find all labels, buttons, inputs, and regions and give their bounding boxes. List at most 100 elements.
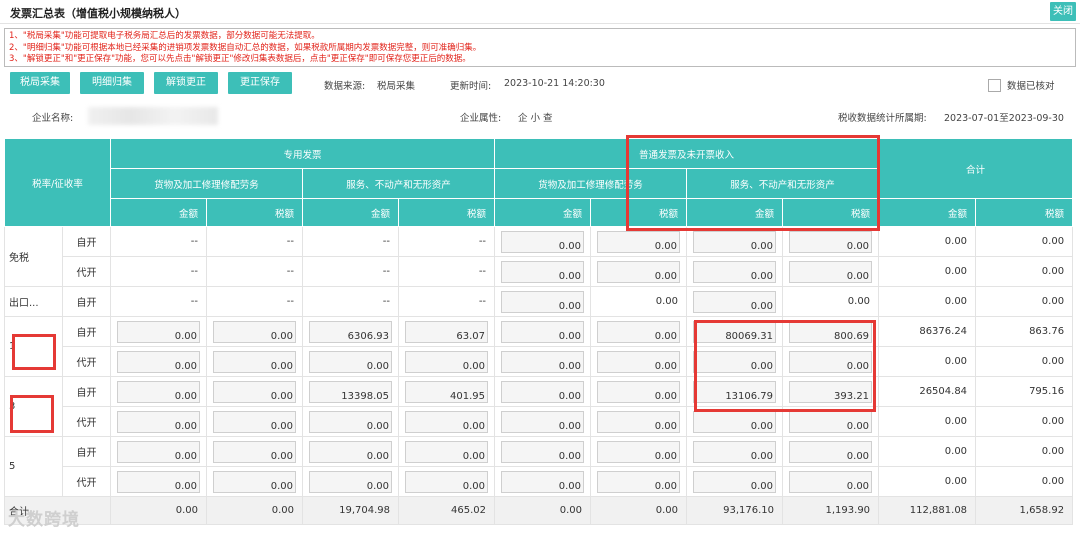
amount-input[interactable]: 0.00 — [405, 440, 489, 463]
notice-box: 1、"税局采集"功能可提取电子税务局汇总后的发票数据，部分数据可能无法提取。 2… — [4, 28, 1076, 67]
amount-input[interactable]: 0.00 — [693, 350, 777, 373]
amount-input[interactable]: 0.00 — [501, 290, 585, 313]
amount-input[interactable]: 0.00 — [789, 440, 873, 463]
amount-input[interactable]: 393.21 — [789, 380, 873, 403]
amount-input[interactable]: 0.00 — [501, 350, 585, 373]
amount-input[interactable]: 63.07 — [405, 320, 489, 343]
value-cell: -- — [302, 226, 400, 257]
unlock-edit-button[interactable]: 解锁更正 — [154, 72, 218, 94]
company-name-label: 企业名称: — [32, 113, 74, 124]
data-source-link[interactable]: 税局采集 — [377, 78, 415, 92]
amount-input[interactable]: 0.00 — [597, 380, 681, 403]
amount-input[interactable]: 0.00 — [213, 350, 297, 373]
value-cell: -- — [302, 286, 400, 317]
amount-input[interactable]: 0.00 — [309, 410, 393, 433]
amount-input[interactable]: 0.00 — [501, 410, 585, 433]
amount-input[interactable]: 0.00 — [597, 440, 681, 463]
goods-header: 货物及加工修理修配劳务 — [110, 168, 304, 199]
amount-input[interactable]: 0.00 — [213, 380, 297, 403]
cell: 0.00 — [782, 256, 880, 287]
amount-input[interactable]: 0.00 — [117, 470, 201, 493]
amount-input[interactable]: 80069.31 — [693, 320, 777, 343]
amount-input[interactable]: 800.69 — [789, 320, 873, 343]
value-cell: 26504.84 — [878, 376, 977, 407]
amount-input[interactable]: 0.00 — [597, 230, 681, 253]
amount-input[interactable]: 0.00 — [405, 350, 489, 373]
cell: 0.00 — [686, 346, 784, 377]
amount-input[interactable]: 0.00 — [117, 440, 201, 463]
value-cell: -- — [110, 226, 208, 257]
amount-input[interactable]: 0.00 — [597, 260, 681, 283]
amount-input[interactable]: 0.00 — [213, 320, 297, 343]
amount-input[interactable]: 0.00 — [597, 470, 681, 493]
value-cell: 0.00 — [975, 256, 1074, 287]
amount-input[interactable]: 0.00 — [693, 230, 777, 253]
company-name-redacted — [88, 107, 218, 125]
info-row: 企业名称: 企业属性: 企 小 查 税收数据统计所属期: 2023-07-01至… — [0, 106, 1080, 126]
amount-input[interactable]: 0.00 — [789, 470, 873, 493]
cell: 0.00 — [206, 436, 304, 467]
amount-input[interactable]: 0.00 — [117, 350, 201, 373]
amount-input[interactable]: 0.00 — [501, 320, 585, 343]
amount-input[interactable]: 0.00 — [213, 470, 297, 493]
value-cell: 0.00 — [878, 346, 977, 377]
amount-input[interactable]: 0.00 — [789, 230, 873, 253]
detail-aggregate-button[interactable]: 明细归集 — [80, 72, 144, 94]
amount-input[interactable]: 0.00 — [309, 350, 393, 373]
amount-input[interactable]: 0.00 — [501, 260, 585, 283]
total-cell: 93,176.10 — [686, 496, 784, 525]
tax-collect-button[interactable]: 税局采集 — [10, 72, 70, 94]
amount-input[interactable]: 0.00 — [693, 470, 777, 493]
value-cell: 0.00 — [975, 286, 1074, 317]
save-edit-button[interactable]: 更正保存 — [228, 72, 292, 94]
issue-type-label: 代开 — [61, 346, 112, 377]
amount-input[interactable]: 0.00 — [597, 350, 681, 373]
amount-input[interactable]: 13106.79 — [693, 380, 777, 403]
amount-input[interactable]: 0.00 — [597, 410, 681, 433]
amount-input[interactable]: 0.00 — [693, 290, 777, 313]
amount-input[interactable]: 0.00 — [117, 380, 201, 403]
cell: 0.00 — [494, 346, 592, 377]
amount-input[interactable]: 401.95 — [405, 380, 489, 403]
amount-input[interactable]: 0.00 — [693, 260, 777, 283]
value-cell: 0.00 — [878, 406, 977, 437]
amount-input[interactable]: 0.00 — [213, 440, 297, 463]
amount-input[interactable]: 0.00 — [213, 410, 297, 433]
amount-input[interactable]: 0.00 — [789, 260, 873, 283]
table-row: 5 自开 0.00 0.00 0.00 0.00 0.00 0.00 0.00 0.00 0.00 0… — [4, 436, 1074, 497]
amount-input[interactable]: 0.00 — [117, 320, 201, 343]
cell: 0.00 — [206, 346, 304, 377]
amount-input[interactable]: 0.00 — [597, 320, 681, 343]
amount-input[interactable]: 0.00 — [501, 380, 585, 403]
amount-input[interactable]: 0.00 — [117, 410, 201, 433]
issue-type-label: 自开 — [61, 286, 112, 317]
amount-input[interactable]: 0.00 — [501, 470, 585, 493]
cell: 0.00 — [302, 346, 400, 377]
cell: 0.00 — [110, 346, 208, 377]
amount-input[interactable]: 0.00 — [501, 230, 585, 253]
amount-input[interactable]: 0.00 — [405, 470, 489, 493]
cell: 0.00 — [686, 436, 784, 467]
table-row: 免税 自开 -- -- -- -- 0.00 0.00 0.00 0.00 0.00 0.00 — [4, 226, 1074, 287]
amount-input[interactable]: 0.00 — [501, 440, 585, 463]
special-invoice-header: 专用发票 — [110, 138, 496, 169]
close-button[interactable]: 关闭 — [1050, 2, 1076, 21]
amount-input[interactable]: 0.00 — [789, 410, 873, 433]
cell: 0.00 — [782, 226, 880, 257]
toolbar: 税局采集 明细归集 解锁更正 更正保存 数据来源: 税局采集 更新时间: 202… — [4, 72, 1076, 96]
value-cell: 0.00 — [975, 466, 1074, 497]
verified-checkbox[interactable] — [988, 79, 1001, 92]
amount-input[interactable]: 0.00 — [309, 470, 393, 493]
total-cell: 0.00 — [110, 496, 208, 525]
amount-input[interactable]: 13398.05 — [309, 380, 393, 403]
amount-input[interactable]: 0.00 — [789, 350, 873, 373]
amount-input[interactable]: 0.00 — [693, 410, 777, 433]
cell: 0.00 — [206, 316, 304, 347]
total-cell: 112,881.08 — [878, 496, 977, 525]
amount-input[interactable]: 0.00 — [405, 410, 489, 433]
value-cell: 795.16 — [975, 376, 1074, 407]
cell: 0.00 — [494, 286, 592, 317]
amount-input[interactable]: 6306.93 — [309, 320, 393, 343]
amount-input[interactable]: 0.00 — [693, 440, 777, 463]
amount-input[interactable]: 0.00 — [309, 440, 393, 463]
